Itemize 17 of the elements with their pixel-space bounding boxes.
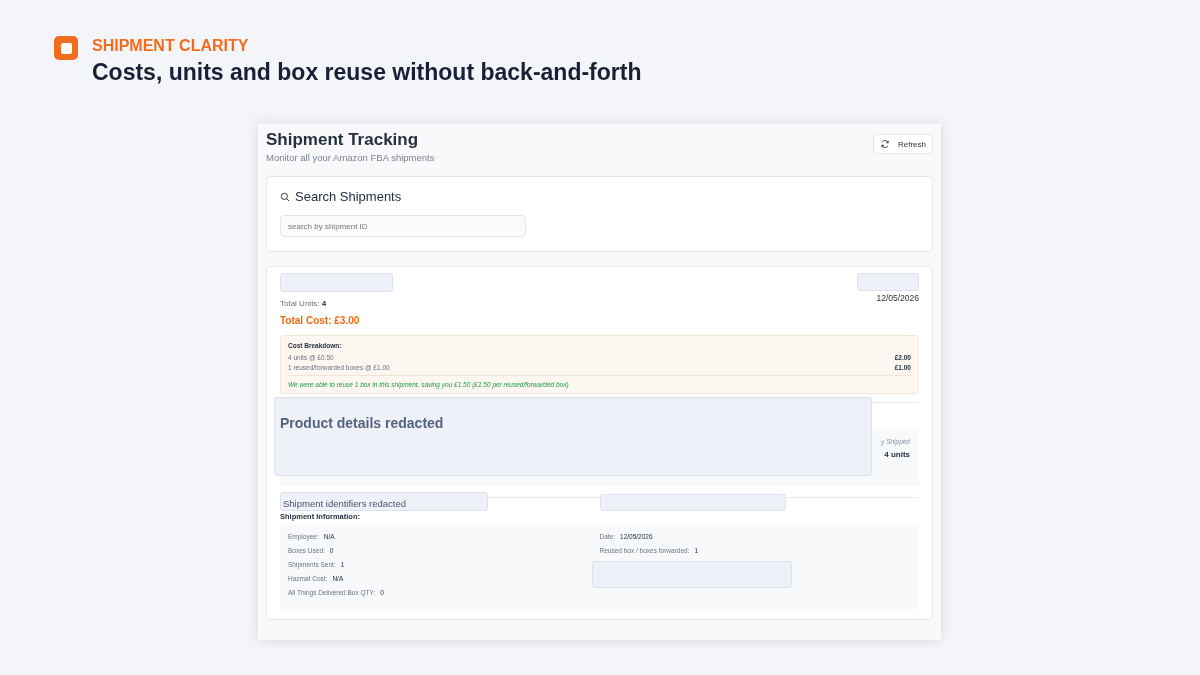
redaction-label: Shipment identifiers redacted — [283, 498, 407, 509]
search-field[interactable]: search by shipment ID — [280, 215, 526, 237]
redaction-label: Product details redacted — [280, 415, 444, 431]
page-title: Shipment Tracking — [266, 130, 420, 150]
shipment-date: 12/05/2026 — [876, 293, 919, 303]
refresh-button[interactable]: Refresh — [873, 134, 933, 154]
headline: Costs, units and box reuse without back-and-forth — [92, 59, 642, 86]
refresh-icon — [880, 139, 890, 149]
total-cost: Total Cost: £3.00 — [280, 315, 361, 326]
page-subtitle: Monitor all your Amazon FBA shipments — [266, 152, 435, 163]
search-heading: Search Shipments — [295, 189, 402, 204]
logo-icon — [54, 36, 78, 60]
redaction-block — [857, 273, 919, 291]
quantity-value: 4 units — [884, 450, 910, 459]
search-icon — [280, 191, 290, 202]
total-units: Total Units: 4 — [280, 299, 328, 308]
eyebrow-text: SHIPMENT CLARITY — [92, 37, 250, 55]
